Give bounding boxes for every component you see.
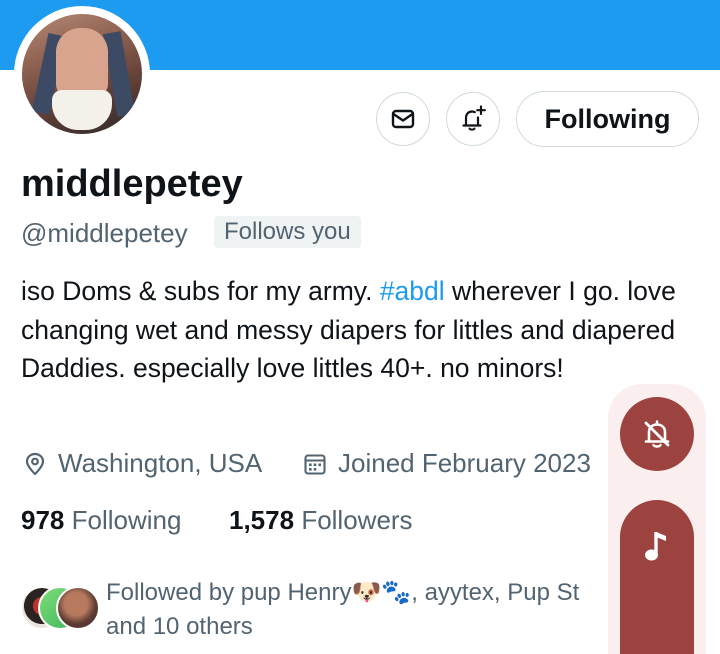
followers-count: 1,578 [229, 505, 295, 535]
followers-label: Followers [301, 505, 413, 535]
user-handle: @middlepetey [21, 218, 188, 248]
follower-avatar-3 [56, 586, 100, 630]
bell-slash-icon [644, 420, 670, 448]
following-stat[interactable]: 978 Following [21, 505, 181, 536]
envelope-icon [391, 109, 415, 129]
message-button[interactable] [376, 92, 430, 146]
joined-date-text: Joined February 2023 [338, 448, 591, 478]
profile-avatar[interactable] [22, 14, 142, 134]
location-pin-icon [25, 452, 45, 475]
display-name: middlepetey [21, 163, 243, 205]
bio-hashtag-link[interactable]: #abdl [380, 276, 445, 306]
music-note-icon [645, 532, 666, 561]
calendar-icon [304, 453, 326, 475]
bell-plus-icon [462, 105, 486, 131]
mute-notifications-button[interactable] [620, 397, 694, 471]
music-button[interactable] [620, 500, 694, 654]
notify-button[interactable] [446, 92, 500, 146]
location-text: Washington, USA [58, 448, 263, 478]
bio-text-start: iso Doms & subs for my army. [21, 276, 380, 306]
followed-by-avatars[interactable] [20, 586, 100, 630]
followed-by-line-1: Followed by pup Henry🐶🐾, ayytex, Pup St [106, 579, 580, 606]
location-row: Washington, USA [22, 448, 262, 479]
following-label: Following [71, 505, 182, 535]
followers-stat[interactable]: 1,578 Followers [229, 505, 413, 536]
following-button[interactable]: Following [516, 91, 699, 147]
avatar-diaper [52, 90, 112, 130]
follows-you-badge: Follows you [214, 216, 361, 248]
profile-bio: iso Doms & subs for my army. #abdl where… [21, 272, 691, 388]
profile-avatar-frame[interactable] [14, 6, 150, 142]
followed-by-line-2: and 10 others [106, 613, 253, 640]
followed-by-text[interactable]: Followed by pup Henry🐶🐾, ayytex, Pup St … [106, 576, 616, 644]
avatar-torso [56, 28, 108, 98]
joined-row: Joined February 2023 [302, 448, 591, 479]
following-count: 978 [21, 505, 65, 535]
